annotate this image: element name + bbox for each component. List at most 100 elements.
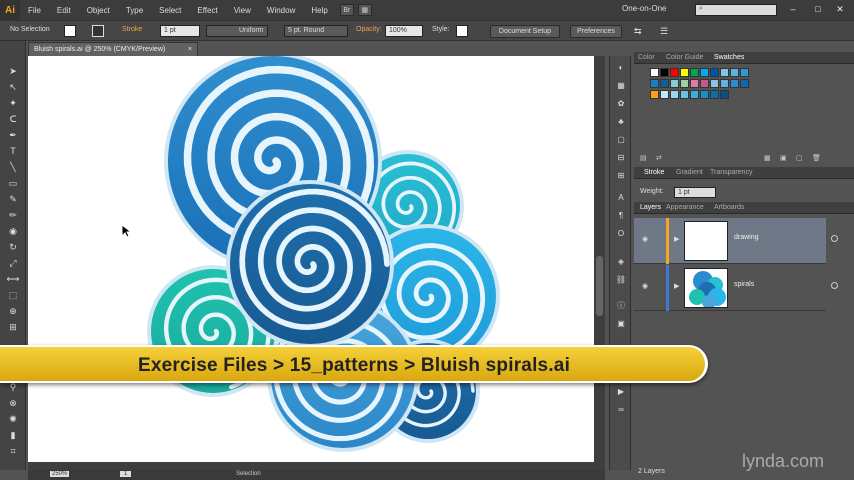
- menu-file[interactable]: File: [20, 6, 49, 15]
- horizontal-scrollbar[interactable]: [28, 462, 594, 470]
- target-circle-icon[interactable]: [831, 235, 838, 242]
- opacity-label[interactable]: Opacity:: [356, 26, 382, 33]
- spirals-artwork[interactable]: [28, 56, 594, 462]
- blend-tool-icon[interactable]: ⊗: [6, 397, 20, 409]
- links-icon[interactable]: ∞: [615, 404, 627, 415]
- transform-panel-icon[interactable]: ⊞: [615, 170, 627, 181]
- vertical-scrollbar[interactable]: [594, 56, 605, 470]
- swatch-cell[interactable]: [740, 79, 749, 88]
- swatch-grid[interactable]: [650, 68, 754, 122]
- layer-row-drawing[interactable]: ◉ ▶ drawing: [634, 218, 838, 264]
- scale-tool-icon[interactable]: ⤢: [6, 257, 20, 269]
- character-panel-icon[interactable]: A: [615, 192, 627, 203]
- swatch-cell[interactable]: [710, 79, 719, 88]
- selection-tool-icon[interactable]: ➤: [6, 65, 20, 77]
- paragraph-panel-icon[interactable]: ¶: [615, 210, 627, 221]
- swatch-cell[interactable]: [660, 90, 669, 99]
- swatch-libraries-icon[interactable]: ▤: [640, 154, 647, 162]
- free-transform-icon[interactable]: ⬚: [6, 289, 20, 301]
- stroke-swatch[interactable]: [92, 25, 104, 37]
- swatch-cell[interactable]: [680, 90, 689, 99]
- tab-artboards[interactable]: Artboards: [714, 204, 744, 211]
- menu-window[interactable]: Window: [259, 6, 303, 15]
- shape-builder-icon[interactable]: ⊕: [6, 305, 20, 317]
- layer-row-spirals[interactable]: ◉ ▶ spirals: [634, 265, 838, 311]
- close-icon[interactable]: ✕: [834, 3, 846, 15]
- swatch-cell[interactable]: [700, 90, 709, 99]
- show-kinds-icon[interactable]: ⇄: [656, 154, 662, 162]
- color-panel-icon[interactable]: ◐: [615, 62, 627, 73]
- tab-color[interactable]: Color: [638, 54, 655, 61]
- swatch-cell[interactable]: [650, 79, 659, 88]
- graph-tool-icon[interactable]: ▮: [6, 429, 20, 441]
- type-tool-icon[interactable]: T: [6, 145, 20, 157]
- menu-effect[interactable]: Effect: [189, 6, 225, 15]
- bridge-button[interactable]: Br: [339, 4, 354, 16]
- opentype-panel-icon[interactable]: O: [615, 228, 627, 239]
- tab-stroke[interactable]: Stroke: [644, 169, 664, 176]
- artboard-canvas[interactable]: [28, 56, 594, 462]
- paintbrush-icon[interactable]: ✎: [6, 193, 20, 205]
- help-search-input[interactable]: ⌕: [695, 4, 777, 16]
- swatch-cell[interactable]: [690, 90, 699, 99]
- minimize-icon[interactable]: –: [787, 3, 799, 15]
- workspace-switcher[interactable]: One-on-One: [622, 4, 666, 13]
- blob-brush-icon[interactable]: ◉: [6, 225, 20, 237]
- menu-type[interactable]: Type: [118, 6, 151, 15]
- pen-tool-icon[interactable]: ✒: [6, 129, 20, 141]
- new-swatch-icon[interactable]: ▢: [796, 154, 803, 162]
- tab-transparency[interactable]: Transparency: [710, 169, 753, 176]
- swatch-cell[interactable]: [720, 90, 729, 99]
- navigator-panel-icon[interactable]: ▣: [615, 318, 627, 329]
- swatch-cell[interactable]: [680, 79, 689, 88]
- direct-selection-tool-icon[interactable]: ↖: [6, 81, 20, 93]
- align-icon[interactable]: ⇆: [634, 26, 642, 37]
- tab-swatches[interactable]: Swatches: [714, 54, 744, 61]
- symbol-sprayer-icon[interactable]: ✺: [6, 413, 20, 425]
- menu-view[interactable]: View: [226, 6, 259, 15]
- target-circle-icon[interactable]: [831, 282, 838, 289]
- brush-definition[interactable]: 5 pt. Round: [284, 25, 348, 37]
- graphic-styles-icon[interactable]: ▢: [615, 134, 627, 145]
- swatch-options-icon[interactable]: ▦: [764, 154, 771, 162]
- menu-select[interactable]: Select: [151, 6, 189, 15]
- tab-appearance[interactable]: Appearance: [666, 204, 704, 211]
- tab-color-guide[interactable]: Color Guide: [666, 54, 703, 61]
- variable-width-profile[interactable]: Uniform: [206, 25, 268, 37]
- expand-arrow-icon[interactable]: ▶: [674, 235, 679, 243]
- delete-swatch-icon[interactable]: 🗑: [812, 154, 821, 162]
- visibility-eye-icon[interactable]: ◉: [642, 282, 648, 290]
- menu-object[interactable]: Object: [79, 6, 118, 15]
- artboard-number-field[interactable]: 1: [120, 471, 132, 477]
- panel-menu-icon[interactable]: ☰: [660, 26, 668, 37]
- width-tool-icon[interactable]: ⟷: [6, 273, 20, 285]
- rotate-tool-icon[interactable]: ↻: [6, 241, 20, 253]
- opacity-field[interactable]: 100%: [385, 25, 423, 37]
- arrange-documents-icon[interactable]: ▦: [357, 4, 372, 16]
- stroke-weight-field[interactable]: 1 pt: [160, 25, 200, 37]
- expand-arrow-icon[interactable]: ▶: [674, 282, 679, 290]
- vertical-scroll-thumb[interactable]: [596, 256, 603, 316]
- menu-help[interactable]: Help: [303, 6, 335, 15]
- magic-wand-icon[interactable]: ✦: [6, 97, 20, 109]
- swatch-cell[interactable]: [660, 68, 669, 77]
- document-setup-button[interactable]: Document Setup: [490, 25, 560, 38]
- perspective-grid-icon[interactable]: ⊞: [6, 321, 20, 333]
- swatch-cell[interactable]: [720, 68, 729, 77]
- lasso-icon[interactable]: ᑕ: [6, 113, 20, 125]
- swatch-cell[interactable]: [730, 68, 739, 77]
- line-tool-icon[interactable]: ╲: [6, 161, 20, 173]
- tab-gradient[interactable]: Gradient: [676, 169, 703, 176]
- swatches-panel-icon[interactable]: ▦: [615, 80, 627, 91]
- swatch-cell[interactable]: [700, 79, 709, 88]
- swatch-cell[interactable]: [710, 68, 719, 77]
- swatch-cell[interactable]: [670, 68, 679, 77]
- swatch-cell[interactable]: [680, 68, 689, 77]
- swatch-cell[interactable]: [730, 79, 739, 88]
- swatch-cell[interactable]: [740, 68, 749, 77]
- links-panel-icon[interactable]: ⛓: [615, 274, 627, 285]
- swatch-cell[interactable]: [690, 79, 699, 88]
- fill-swatch[interactable]: [64, 25, 76, 37]
- swatch-cell[interactable]: [690, 68, 699, 77]
- stroke-label[interactable]: Stroke: [122, 26, 142, 33]
